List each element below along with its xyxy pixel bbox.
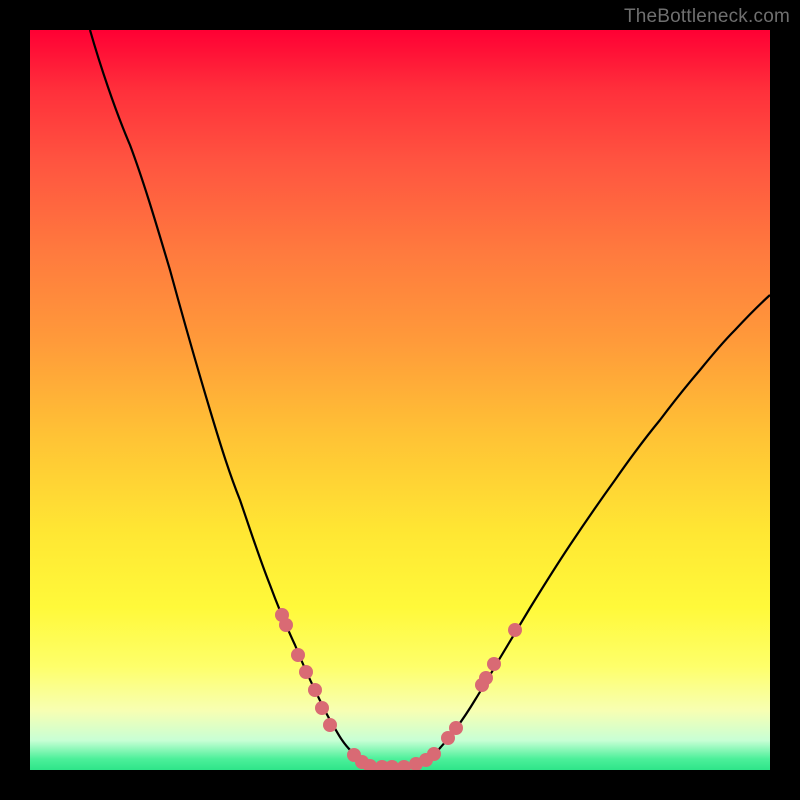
watermark-text: TheBottleneck.com [624, 6, 790, 28]
data-marker [449, 721, 463, 735]
plot-area [30, 30, 770, 770]
data-marker [291, 648, 305, 662]
data-marker [427, 747, 441, 761]
curve-left [90, 30, 368, 765]
data-marker [508, 623, 522, 637]
curve-group [90, 30, 770, 767]
data-marker [308, 683, 322, 697]
chart-svg [30, 30, 770, 770]
marker-group [275, 608, 522, 770]
data-marker [299, 665, 313, 679]
data-marker [323, 718, 337, 732]
chart-frame: TheBottleneck.com [0, 0, 800, 800]
data-marker [397, 760, 411, 770]
data-marker [315, 701, 329, 715]
curve-right [418, 295, 770, 766]
data-marker [385, 760, 399, 770]
data-marker [279, 618, 293, 632]
data-marker [487, 657, 501, 671]
data-marker [479, 671, 493, 685]
